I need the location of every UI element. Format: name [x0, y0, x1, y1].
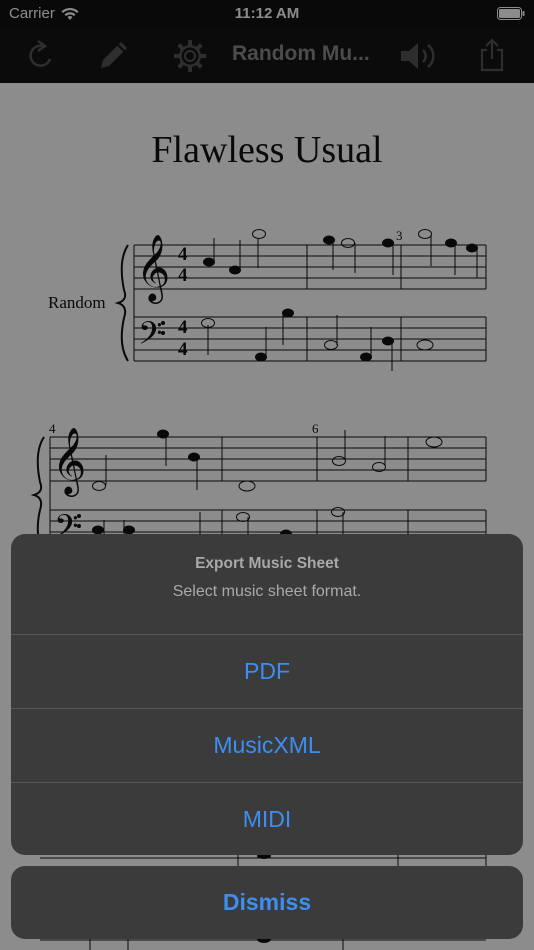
action-sheet-header: Export Music Sheet Select music sheet fo… [11, 534, 523, 635]
export-musicxml-button[interactable]: MusicXML [11, 709, 523, 783]
action-sheet-title: Export Music Sheet [195, 555, 339, 572]
dismiss-button[interactable]: Dismiss [11, 866, 523, 939]
export-midi-button[interactable]: MIDI [11, 783, 523, 855]
action-sheet-message: Select music sheet format. [172, 583, 362, 600]
export-pdf-button[interactable]: PDF [11, 635, 523, 709]
export-action-sheet: Export Music Sheet Select music sheet fo… [11, 534, 523, 855]
